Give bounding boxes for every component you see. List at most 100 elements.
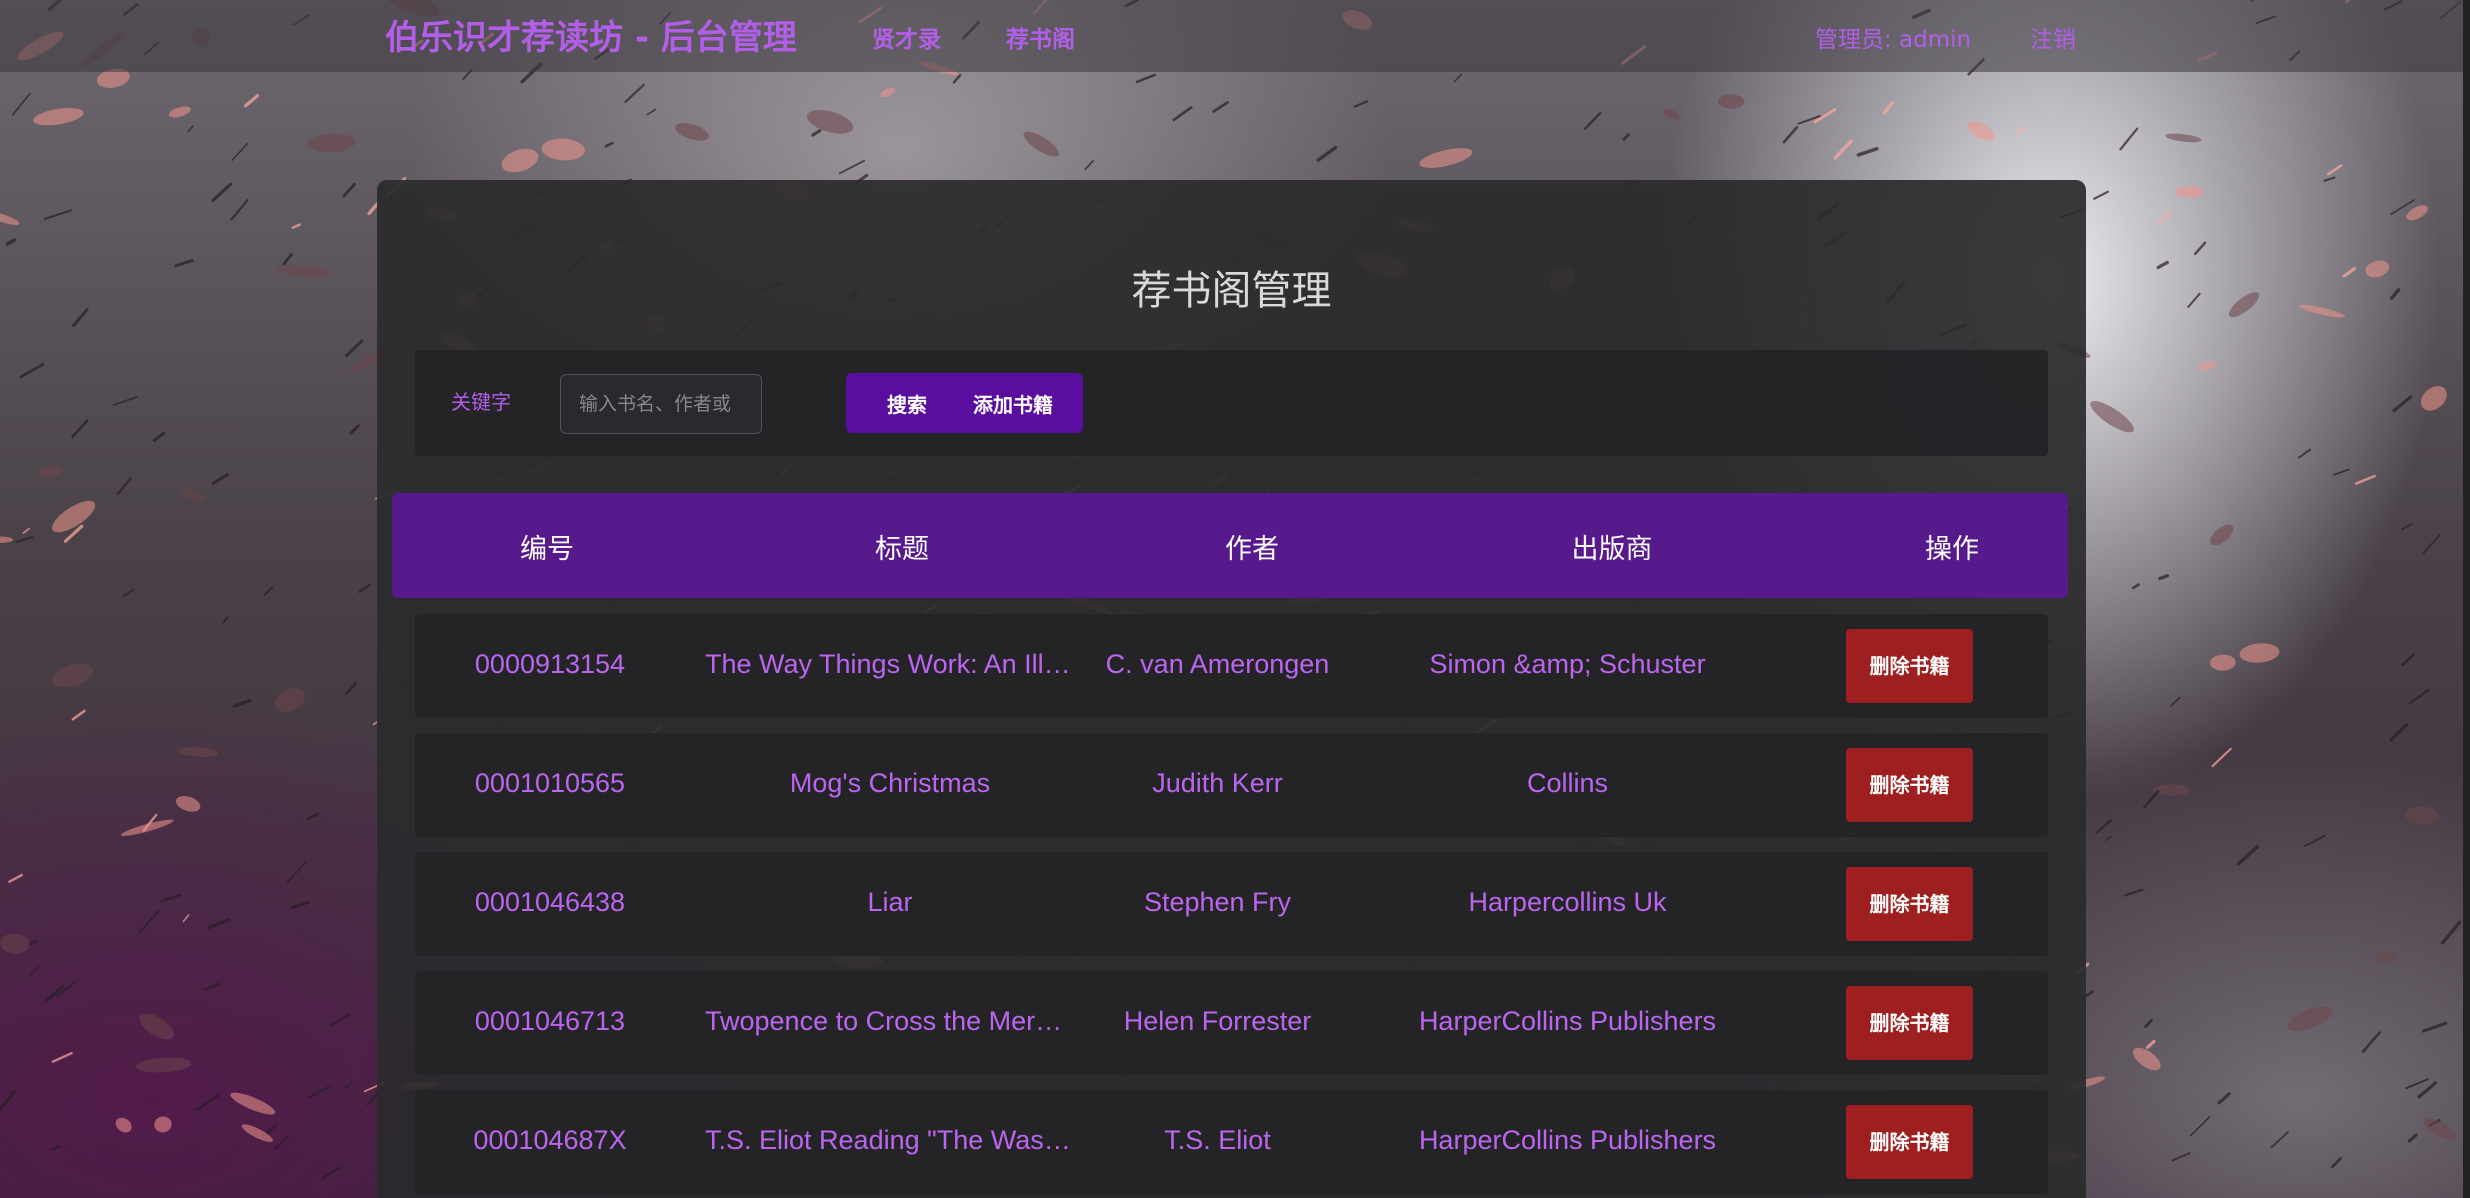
cell-id: 0001046438 <box>474 887 626 917</box>
cell-author: C. van Amerongen <box>1105 649 1330 679</box>
petal <box>2165 133 2202 143</box>
petal <box>541 138 585 161</box>
petal <box>39 465 62 479</box>
table-row: 0001010565 Mog's Christmas Judith Kerr C… <box>415 733 2048 837</box>
petal-streak <box>2342 267 2356 278</box>
petal-streak <box>604 141 614 148</box>
table-row: 0000913154 The Way Things Work: An Illus… <box>415 614 2048 718</box>
cell-id: 0001010565 <box>474 768 626 798</box>
petal-streak <box>1584 112 1602 130</box>
column-header-actions: 操作 <box>1925 534 1979 565</box>
petal-streak <box>290 900 311 910</box>
petal-streak <box>2417 1081 2438 1099</box>
petal-streak <box>646 108 657 116</box>
delete-book-button[interactable]: 删除书籍 <box>1846 748 1973 822</box>
petal-streak <box>15 536 34 544</box>
delete-book-button[interactable]: 删除书籍 <box>1846 1105 1973 1179</box>
cell-author: T.S. Eliot <box>1164 1125 1271 1155</box>
petal-streak <box>344 681 358 696</box>
column-header-id[interactable]: 编号 <box>472 527 622 566</box>
cell-title: Liar <box>867 887 913 917</box>
petal <box>33 107 84 126</box>
petal-streak <box>2236 845 2260 866</box>
petal-streak <box>2143 790 2160 809</box>
search-bar: 关键字 搜索 添加书籍 <box>415 350 2048 456</box>
petal-streak <box>243 94 260 108</box>
petal-streak <box>5 238 17 246</box>
petal <box>1967 121 1995 141</box>
petal <box>2406 205 2428 221</box>
petal-streak <box>1084 159 1095 171</box>
search-button[interactable]: 搜索 <box>887 389 927 418</box>
petal <box>2365 260 2390 278</box>
column-header-title[interactable]: 标题 <box>822 527 982 566</box>
petal-streak <box>195 1094 220 1111</box>
petal-streak <box>2389 288 2401 301</box>
petal-streak <box>321 1166 341 1180</box>
petal <box>2375 951 2397 963</box>
petal <box>2404 806 2439 825</box>
petal-streak <box>2144 1019 2153 1029</box>
table-header: 编号 标题 作者 出版商 操作 <box>392 493 2068 598</box>
petal-streak <box>1833 139 1853 160</box>
petal-streak <box>211 182 233 203</box>
petal-streak <box>2145 1039 2156 1049</box>
petal-streak <box>203 982 221 991</box>
delete-book-button[interactable]: 删除书籍 <box>1846 629 1973 703</box>
petal-streak <box>349 424 360 435</box>
column-header-author[interactable]: 作者 <box>1172 527 1332 566</box>
petal-streak <box>22 527 30 534</box>
petal-streak <box>811 129 822 137</box>
admin-label: 管理员: admin <box>1815 27 1972 53</box>
petal <box>2209 524 2234 546</box>
column-header-publisher[interactable]: 出版商 <box>1512 527 1712 566</box>
table-row: 000104687X T.S. Eliot Reading "The Waste… <box>415 1090 2048 1194</box>
petal-streak <box>28 964 41 978</box>
petal-streak <box>344 1082 354 1089</box>
petal <box>2210 654 2236 671</box>
add-book-button[interactable]: 添加书籍 <box>973 389 1053 418</box>
petal <box>2299 304 2346 318</box>
delete-book-button[interactable]: 删除书籍 <box>1846 986 1973 1060</box>
search-input[interactable] <box>560 374 762 434</box>
petal-streak <box>1353 100 1369 108</box>
delete-book-button[interactable]: 删除书籍 <box>1846 867 1973 941</box>
petal-streak <box>231 143 249 161</box>
nav-link-talent-list[interactable]: 贤才录 <box>872 20 941 54</box>
logout-link[interactable]: 注销 <box>2030 20 2076 54</box>
brand-title[interactable]: 伯乐识才荐读坊 - 后台管理 <box>385 10 797 59</box>
cell-id: 0000913154 <box>474 649 626 679</box>
petal <box>178 747 219 757</box>
petal-streak <box>11 92 31 116</box>
petal-streak <box>222 616 229 624</box>
petal <box>2228 292 2260 318</box>
petal-streak <box>2095 819 2112 834</box>
petal <box>2239 643 2280 663</box>
petal-streak <box>2354 474 2376 485</box>
petal-streak <box>174 259 194 268</box>
cell-id: 000104687X <box>473 1125 627 1155</box>
petal-streak <box>2323 176 2336 182</box>
nav-link-book-pavilion[interactable]: 荐书阁 <box>1006 20 1075 54</box>
petal-streak <box>2408 689 2430 705</box>
petal <box>230 1092 276 1115</box>
petal <box>51 663 94 688</box>
petal-streak <box>2189 1115 2211 1137</box>
cell-title: Twopence to Cross the Mersey <box>705 1006 1075 1036</box>
petal-streak <box>1856 146 1879 157</box>
petal-streak <box>2326 164 2343 176</box>
petal <box>2420 386 2447 411</box>
petal <box>675 123 709 141</box>
petal-streak <box>0 1089 17 1111</box>
cell-title: T.S. Eliot Reading "The Waste Land" <box>705 1125 1075 1155</box>
petal-streak <box>71 419 89 438</box>
petal-streak <box>367 202 379 216</box>
petal <box>501 148 539 173</box>
cell-title: The Way Things Work: An Illustrated Ency… <box>705 649 1075 679</box>
petal-streak <box>2193 241 2207 256</box>
petal-streak <box>1782 125 1799 144</box>
petal <box>880 87 895 98</box>
page-scrollbar[interactable] <box>2463 0 2470 1198</box>
petal-streak <box>1172 106 1193 122</box>
table-row: 0001046438 Liar Stephen Fry Harpercollin… <box>415 852 2048 956</box>
